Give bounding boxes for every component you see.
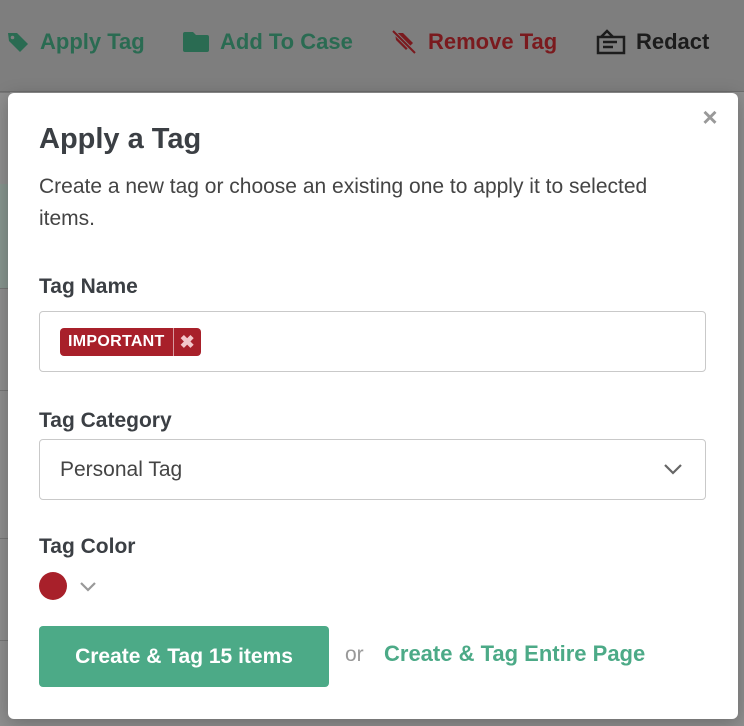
remove-tag-button[interactable]: Remove Tag: [390, 24, 557, 60]
tag-name-input[interactable]: IMPORTANT ✖: [39, 311, 706, 372]
modal-title: Apply a Tag: [39, 123, 202, 155]
tag-category-select[interactable]: Personal Tag: [39, 439, 706, 500]
remove-tag-icon[interactable]: ✖: [172, 328, 201, 356]
tag-color-picker[interactable]: [39, 571, 97, 601]
or-separator: or: [345, 643, 364, 666]
color-swatch: [39, 572, 67, 600]
tag-icon: [8, 33, 28, 52]
toolbar: Apply Tag Add To Case Remove Tag Redact: [0, 0, 744, 92]
tag-name-label: Tag Name: [39, 275, 138, 298]
apply-tag-label: Apply Tag: [40, 29, 145, 54]
close-icon[interactable]: ×: [698, 104, 722, 130]
chevron-down-icon: [80, 582, 96, 592]
modal-description: Create a new tag or choose an existing o…: [39, 175, 648, 230]
redact-icon: [596, 29, 626, 55]
apply-tag-button[interactable]: Apply Tag: [6, 24, 145, 60]
remove-tag-label: Remove Tag: [428, 29, 558, 54]
tag-category-value: Personal Tag: [60, 457, 183, 481]
folder-icon: [183, 32, 209, 52]
add-to-case-label: Add To Case: [220, 29, 353, 54]
tag-chip-label: IMPORTANT: [68, 333, 165, 350]
create-and-tag-entire-page-link[interactable]: Create & Tag Entire Page: [384, 641, 645, 667]
tag-color-label: Tag Color: [39, 535, 136, 558]
apply-tag-modal: × Apply a Tag Create a new tag or choose…: [8, 93, 738, 719]
tag-slash-icon: [391, 29, 417, 55]
redact-label: Redact: [636, 29, 710, 54]
tag-category-label: Tag Category: [39, 409, 172, 432]
create-and-tag-items-button[interactable]: Create & Tag 15 items: [39, 626, 329, 687]
list-row-divider: [0, 92, 10, 93]
chevron-down-icon: [664, 464, 682, 475]
redact-button[interactable]: Redact: [596, 24, 709, 60]
add-to-case-button[interactable]: Add To Case: [182, 24, 353, 60]
tag-chip: IMPORTANT ✖: [60, 328, 201, 356]
